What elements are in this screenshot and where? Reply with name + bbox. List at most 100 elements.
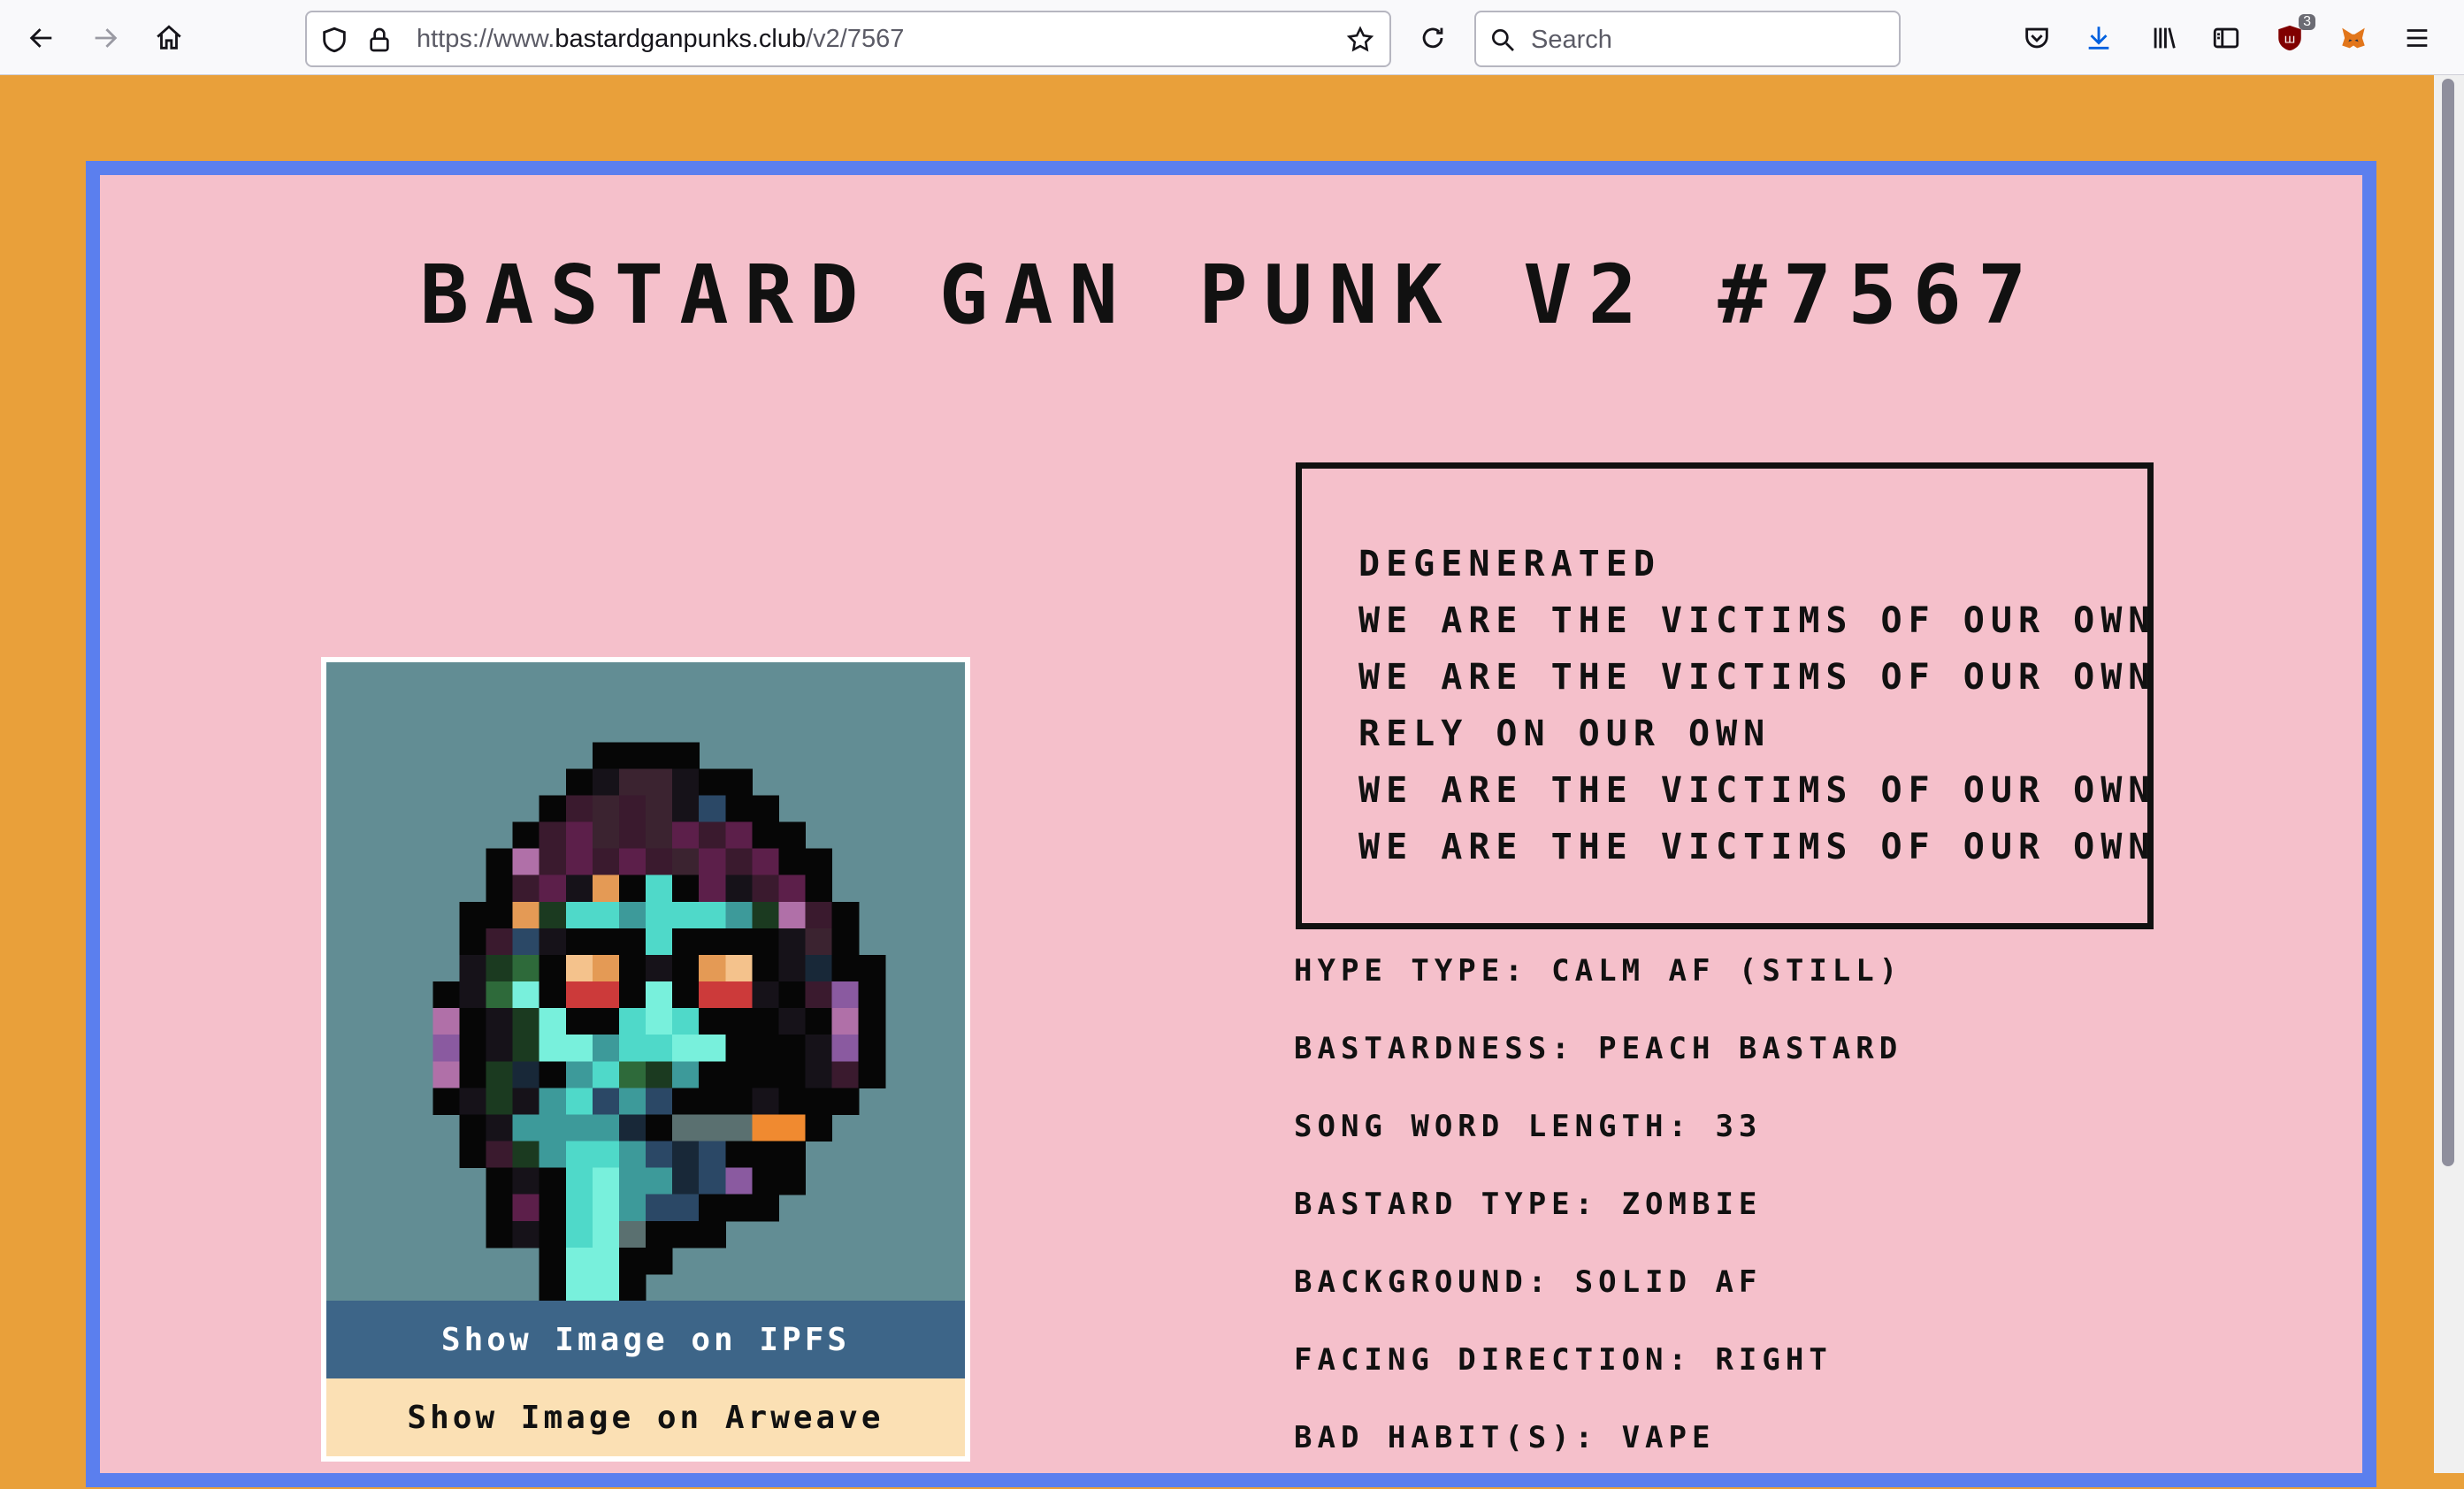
- punk-pixel: [539, 901, 567, 929]
- back-button[interactable]: [21, 18, 62, 58]
- ublock-extension-button[interactable]: ꟺ 3: [2269, 14, 2315, 58]
- punk-pixel: [725, 901, 753, 929]
- punk-pixel: [592, 1247, 620, 1275]
- punk-pixel: [752, 1008, 780, 1035]
- page-scrollbar[interactable]: [2434, 75, 2464, 1473]
- pocket-button[interactable]: [2016, 18, 2057, 58]
- punk-pixel: [486, 1167, 514, 1195]
- punk-pixel: [618, 768, 647, 797]
- punk-pixel: [699, 874, 726, 903]
- punk-card: Show Image on IPFS Show Image on Arweave: [321, 657, 970, 1462]
- punk-pixel: [539, 821, 567, 850]
- app-menu-button[interactable]: [2397, 18, 2437, 58]
- sidebar-button[interactable]: [2206, 18, 2246, 58]
- punk-pixel: [672, 1220, 700, 1248]
- punk-pixel: [672, 901, 700, 929]
- home-button[interactable]: [149, 18, 189, 58]
- bookmark-star-icon[interactable]: [1345, 25, 1375, 55]
- forward-button[interactable]: [85, 18, 126, 58]
- punk-pixel: [725, 1167, 753, 1195]
- punk-pixel: [539, 954, 567, 982]
- library-button[interactable]: [2144, 18, 2185, 58]
- punk-pixel: [459, 954, 487, 982]
- address-bar[interactable]: https://www.bastardganpunks.club/v2/7567: [305, 11, 1391, 67]
- punk-pixel: [725, 1141, 753, 1169]
- punk-pixel: [646, 981, 673, 1009]
- punk-pixel: [459, 1008, 487, 1035]
- punk-pixel: [699, 1114, 726, 1142]
- punk-pixel: [831, 928, 860, 956]
- punk-pixel: [565, 1141, 593, 1169]
- punk-pixel: [432, 1035, 461, 1062]
- punk-pixel: [646, 1167, 673, 1195]
- url-text[interactable]: https://www.bastardganpunks.club/v2/7567: [417, 25, 904, 54]
- punk-pixel: [565, 848, 593, 876]
- lock-icon[interactable]: [365, 25, 394, 55]
- punk-pixel: [565, 1088, 593, 1116]
- punk-pixel: [618, 1194, 647, 1222]
- punk-pixel: [672, 821, 700, 850]
- punk-pixel: [646, 742, 673, 769]
- punk-pixel: [565, 795, 593, 823]
- punk-pixel: [592, 1008, 620, 1035]
- downloads-button[interactable]: [2078, 18, 2119, 58]
- punk-pixel: [565, 1220, 593, 1248]
- punk-pixel: [592, 1035, 620, 1062]
- punk-pixel: [752, 928, 780, 956]
- back-arrow-icon: [29, 28, 52, 48]
- punk-pixel: [565, 768, 593, 797]
- reload-button[interactable]: [1412, 18, 1453, 58]
- search-bar[interactable]: Search: [1474, 11, 1901, 67]
- shield-icon[interactable]: [319, 25, 349, 55]
- punk-pixel: [805, 981, 833, 1009]
- show-image-arweave-button[interactable]: Show Image on Arweave: [326, 1378, 965, 1456]
- punk-pixel: [752, 1167, 780, 1195]
- punk-pixel: [699, 928, 726, 956]
- punk-pixel: [539, 795, 567, 823]
- punk-pixel: [512, 1167, 540, 1195]
- punk-pixel: [646, 1114, 673, 1142]
- lyric-line: WE ARE THE VICTIMS OF OUR OWN: [1358, 827, 2156, 867]
- show-image-ipfs-button[interactable]: Show Image on IPFS: [326, 1301, 965, 1378]
- punk-pixel: [672, 1008, 700, 1035]
- punk-pixel: [752, 1194, 780, 1222]
- punk-pixel: [725, 848, 753, 876]
- punk-pixel: [539, 874, 567, 903]
- punk-pixel: [618, 981, 647, 1009]
- punk-pixel: [486, 928, 514, 956]
- punk-pixel: [618, 1247, 647, 1275]
- punk-pixel: [618, 874, 647, 903]
- punk-pixel: [752, 901, 780, 929]
- punk-pixel: [699, 795, 726, 823]
- punk-pixel: [725, 1035, 753, 1062]
- punk-pixel: [805, 1088, 833, 1116]
- browser-toolbar: https://www.bastardganpunks.club/v2/7567…: [0, 0, 2464, 75]
- punk-pixel: [672, 1035, 700, 1062]
- punk-pixel: [486, 1220, 514, 1248]
- punk-pixel: [539, 1220, 567, 1248]
- punk-pixel: [592, 1194, 620, 1222]
- punk-pixel: [752, 848, 780, 876]
- punk-pixel: [725, 981, 753, 1009]
- metamask-extension-button[interactable]: [2333, 18, 2374, 58]
- punk-pixel: [512, 874, 540, 903]
- page-title: BASTARD GAN PUNK V2 #7567: [419, 248, 2043, 342]
- punk-pixel: [486, 848, 514, 876]
- scrollbar-thumb[interactable]: [2442, 79, 2454, 1166]
- home-icon: [157, 25, 181, 50]
- punk-pixel: [486, 1194, 514, 1222]
- punk-pixel: [512, 901, 540, 929]
- punk-pixel: [805, 928, 833, 956]
- punk-pixel: [565, 1247, 593, 1275]
- punk-pixel: [752, 954, 780, 982]
- punk-pixel: [592, 901, 620, 929]
- punk-pixel: [512, 1141, 540, 1169]
- punk-pixel: [646, 1194, 673, 1222]
- punk-pixel: [592, 874, 620, 903]
- punk-pixel: [592, 1061, 620, 1088]
- punk-pixel: [646, 1247, 673, 1275]
- punk-pixel: [592, 1273, 620, 1301]
- punk-pixel: [512, 1008, 540, 1035]
- punk-pixel: [672, 1114, 700, 1142]
- punk-pixel: [512, 1035, 540, 1062]
